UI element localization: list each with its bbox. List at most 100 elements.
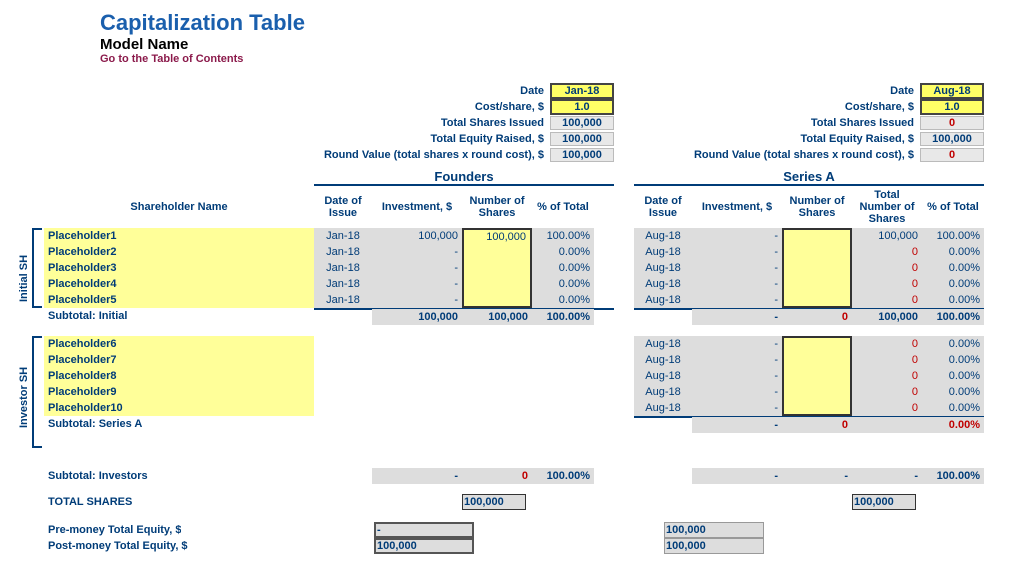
seriesa-total-shares: 100,000	[852, 494, 916, 510]
subtotal-series-a-label: Subtotal: Series A	[44, 416, 142, 432]
cell-investment: -	[692, 352, 782, 368]
cell-total-shares: 100,000	[852, 228, 922, 244]
cell-date: Jan-18	[314, 244, 372, 260]
cell-num-shares[interactable]	[782, 260, 852, 276]
cell-investment: -	[692, 292, 782, 308]
cell-investment: -	[692, 368, 782, 384]
founders-shares-issued: 100,000	[550, 116, 614, 130]
cell-num-shares[interactable]	[782, 384, 852, 400]
cell-investment: -	[692, 260, 782, 276]
cell-pct: 100.00%	[922, 228, 984, 244]
cell-pct: 0.00%	[922, 352, 984, 368]
cell-pct: 0.00%	[922, 260, 984, 276]
cell-investment: 100,000	[372, 228, 462, 244]
cell-num-shares[interactable]	[782, 368, 852, 384]
founders-date[interactable]: Jan-18	[550, 83, 614, 99]
cell-investment: -	[692, 400, 782, 416]
page-title: Capitalization Table	[100, 10, 1004, 36]
toc-link[interactable]: Go to the Table of Contents	[100, 53, 1004, 65]
cell-num-shares[interactable]: 100,000	[462, 228, 532, 244]
seriesa-equity-raised: 100,000	[920, 132, 984, 146]
cell-num-shares[interactable]	[462, 260, 532, 276]
cost-label: Cost/share, $	[475, 101, 550, 113]
cell-date: Aug-18	[634, 244, 692, 260]
round-value-label: Round Value (total shares x round cost),…	[324, 149, 550, 161]
cell-num-shares[interactable]	[782, 292, 852, 308]
cell-num-shares[interactable]	[782, 336, 852, 352]
cell-pct: 0.00%	[922, 368, 984, 384]
total-shares-label: TOTAL SHARES	[44, 494, 132, 510]
cell-pct: 0.00%	[922, 276, 984, 292]
cell-date: Jan-18	[314, 228, 372, 244]
cell-total-shares: 0	[852, 352, 922, 368]
cell-total-shares: 0	[852, 400, 922, 416]
post-money-label: Post-money Total Equity, $	[44, 538, 188, 554]
cell-total-shares: 0	[852, 384, 922, 400]
shareholder-name[interactable]: Placeholder9	[44, 384, 314, 400]
shareholder-name[interactable]: Placeholder10	[44, 400, 314, 416]
cell-investment: -	[692, 384, 782, 400]
cell-num-shares[interactable]	[462, 276, 532, 292]
shareholder-name[interactable]: Placeholder8	[44, 368, 314, 384]
seriesa-cost[interactable]: 1.0	[920, 99, 984, 115]
shareholder-name[interactable]: Placeholder4	[44, 276, 314, 292]
cell-investment: -	[692, 276, 782, 292]
model-name: Model Name	[100, 36, 1004, 53]
cell-investment: -	[372, 244, 462, 260]
series-a-title: Series A	[634, 169, 984, 186]
num-shares-header: Number of Shares	[462, 193, 532, 221]
shareholder-name[interactable]: Placeholder1	[44, 228, 314, 244]
shareholder-name[interactable]: Placeholder6	[44, 336, 314, 352]
cell-num-shares[interactable]	[462, 292, 532, 308]
founders-pre-money: -	[374, 522, 474, 538]
cell-num-shares[interactable]	[782, 352, 852, 368]
cell-pct: 0.00%	[532, 292, 594, 308]
cell-date: Aug-18	[634, 368, 692, 384]
shareholder-name-header: Shareholder Name	[44, 199, 314, 215]
cell-investment: -	[692, 244, 782, 260]
cell-pct: 0.00%	[922, 384, 984, 400]
equity-raised-label: Total Equity Raised, $	[431, 133, 551, 145]
initial-sh-label: Initial SH	[18, 255, 30, 302]
cell-total-shares: 0	[852, 336, 922, 352]
cell-date: Aug-18	[634, 384, 692, 400]
shareholder-name[interactable]: Placeholder3	[44, 260, 314, 276]
cell-num-shares[interactable]	[782, 276, 852, 292]
investor-sh-label: Investor SH	[18, 367, 30, 428]
cell-num-shares[interactable]	[782, 400, 852, 416]
shareholder-name[interactable]: Placeholder2	[44, 244, 314, 260]
founders-summary: DateJan-18 Cost/share, $1.0 Total Shares…	[314, 83, 614, 186]
total-num-shares-header: Total Number of Shares	[852, 187, 922, 227]
series-a-summary: DateAug-18 Cost/share, $1.0 Total Shares…	[634, 83, 984, 186]
date-label: Date	[520, 85, 550, 97]
cell-num-shares[interactable]	[462, 244, 532, 260]
cell-pct: 0.00%	[532, 244, 594, 260]
seriesa-post-money: 100,000	[664, 538, 764, 554]
cell-pct: 0.00%	[922, 292, 984, 308]
cell-total-shares: 0	[852, 292, 922, 308]
pct-total-header: % of Total	[532, 199, 594, 215]
cell-investment: -	[372, 276, 462, 292]
subtotal-founders-num: 100,000	[462, 309, 532, 325]
cell-total-shares: 0	[852, 244, 922, 260]
subtotal-investors-label: Subtotal: Investors	[44, 468, 148, 484]
cell-num-shares[interactable]	[782, 228, 852, 244]
cell-date: Jan-18	[314, 292, 372, 308]
seriesa-shares-issued: 0	[920, 116, 984, 130]
cell-total-shares: 0	[852, 276, 922, 292]
seriesa-date[interactable]: Aug-18	[920, 83, 984, 99]
subtotal-founders-inv: 100,000	[372, 309, 462, 325]
cell-pct: 0.00%	[922, 336, 984, 352]
subtotal-initial-label: Subtotal: Initial	[44, 308, 127, 324]
cell-total-shares: 0	[852, 260, 922, 276]
pre-money-label: Pre-money Total Equity, $	[44, 522, 181, 538]
founders-cost[interactable]: 1.0	[550, 99, 614, 115]
founders-total-shares: 100,000	[462, 494, 526, 510]
cell-date: Aug-18	[634, 276, 692, 292]
cell-num-shares[interactable]	[782, 244, 852, 260]
founders-round-value: 100,000	[550, 148, 614, 162]
cell-pct: 0.00%	[532, 260, 594, 276]
shareholder-name[interactable]: Placeholder7	[44, 352, 314, 368]
shareholder-name[interactable]: Placeholder5	[44, 292, 314, 308]
investment-header: Investment, $	[372, 199, 462, 215]
